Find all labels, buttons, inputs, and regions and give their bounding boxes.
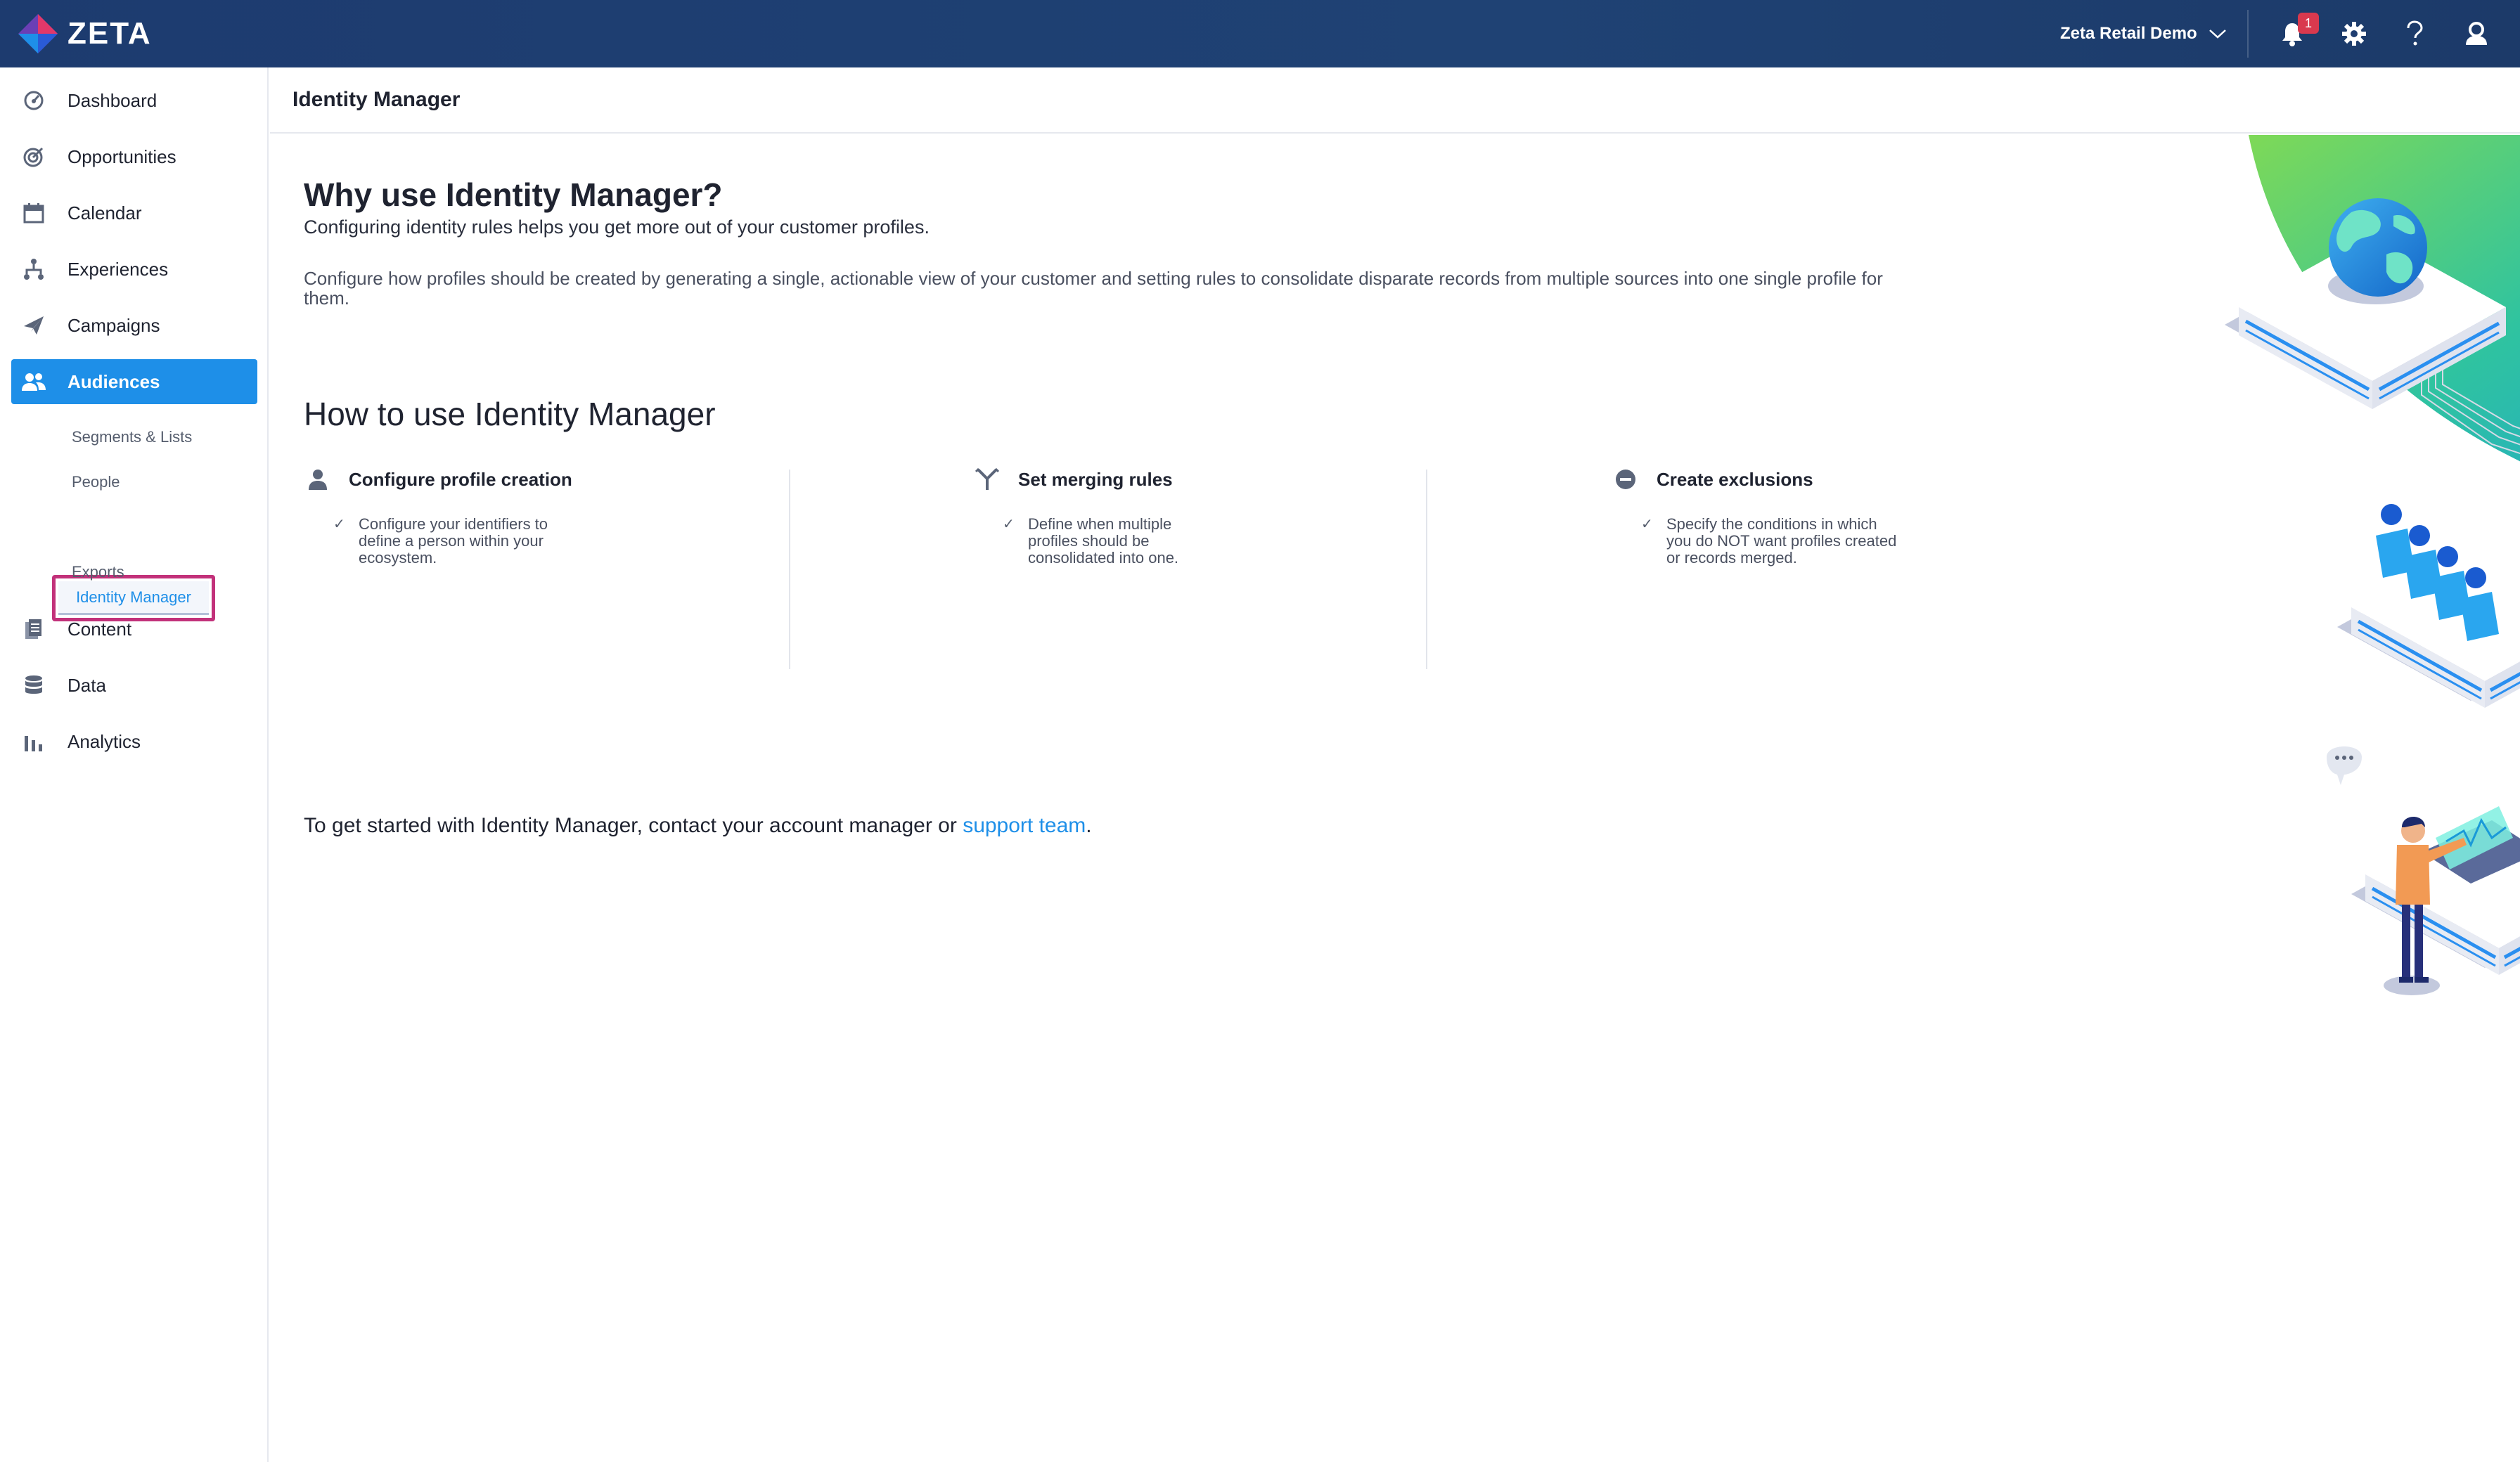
sidebar-item-experiences[interactable]: Experiences	[11, 247, 257, 292]
page-title: Identity Manager	[292, 88, 461, 111]
dashboard-icon	[21, 88, 46, 113]
get-started-prefix: To get started with Identity Manager, co…	[304, 814, 963, 837]
step-text: Configure your identifiers to define a p…	[359, 515, 548, 567]
documents-icon	[21, 616, 46, 642]
column-divider	[789, 470, 790, 669]
sidebar-item-label: Data	[68, 674, 106, 696]
sidebar-subitem-exports[interactable]: Exports	[72, 561, 124, 583]
sidebar-item-label: Audiences	[68, 370, 160, 392]
sidebar-item-label: Experiences	[68, 258, 169, 280]
why-title: Why use Identity Manager?	[304, 176, 723, 213]
step-title: Create exclusions	[1657, 468, 1813, 490]
get-started-text: To get started with Identity Manager, co…	[304, 814, 1092, 838]
zeta-logo[interactable]: ZETA	[15, 11, 152, 56]
calendar-icon	[21, 200, 46, 226]
user-icon	[2466, 22, 2487, 45]
person-icon	[304, 465, 332, 493]
database-icon	[21, 673, 46, 698]
sidebar-item-calendar[interactable]: Calendar	[11, 190, 257, 235]
top-bar: ZETA Zeta Retail Demo 1	[0, 0, 2520, 67]
sidebar-item-dashboard[interactable]: Dashboard	[11, 78, 257, 123]
sidebar: Dashboard Opportunities Calendar Experie…	[0, 67, 269, 1462]
page-header: Identity Manager	[270, 67, 2520, 134]
check-icon: ✓	[1003, 517, 1015, 532]
step-set-merging-rules: Set merging rules ✓ Define when multiple…	[973, 465, 1578, 678]
logo-text: ZETA	[68, 16, 152, 51]
minus-circle-icon	[1612, 465, 1640, 493]
column-divider	[1426, 470, 1427, 669]
sidebar-item-content[interactable]: Content	[11, 607, 257, 652]
step-text: Define when multiple profiles should be …	[1028, 515, 1179, 567]
sidebar-item-label: Calendar	[68, 202, 142, 224]
sidebar-item-label: Opportunities	[68, 145, 176, 167]
account-name: Zeta Retail Demo	[2060, 24, 2197, 43]
sidebar-subitem-people[interactable]: People	[72, 471, 120, 493]
check-icon: ✓	[333, 517, 345, 532]
sidebar-item-opportunities[interactable]: Opportunities	[11, 134, 257, 179]
why-description: Configure how profiles should be created…	[304, 268, 1883, 309]
merge-icon	[973, 465, 1001, 493]
people-icon	[21, 369, 46, 394]
topbar-divider	[2247, 10, 2249, 58]
people-platform	[2337, 504, 2520, 708]
account-switcher[interactable]: Zeta Retail Demo	[2060, 18, 2227, 49]
sidebar-item-label: Dashboard	[68, 89, 158, 111]
get-started-suffix: .	[1086, 814, 1092, 837]
user-menu-button[interactable]	[2460, 17, 2493, 51]
notification-badge: 1	[2298, 13, 2319, 34]
sidebar-item-audiences[interactable]: Audiences	[11, 359, 257, 404]
target-icon	[21, 144, 46, 169]
step-text: Specify the conditions in which you do N…	[1666, 515, 1897, 567]
sidebar-item-campaigns[interactable]: Campaigns	[11, 303, 257, 348]
workstation-platform	[2351, 801, 2520, 975]
identity-illustration	[2225, 135, 2520, 995]
help-icon	[2407, 20, 2423, 46]
main-content: Why use Identity Manager? Configuring id…	[270, 135, 2520, 1462]
help-button[interactable]	[2398, 17, 2431, 51]
settings-button[interactable]	[2337, 17, 2371, 51]
step-create-exclusions: Create exclusions ✓ Specify the conditio…	[1612, 465, 2216, 678]
sidebar-item-label: Analytics	[68, 730, 141, 752]
support-team-link[interactable]: support team	[963, 814, 1086, 837]
step-configure-profile-creation: Configure profile creation ✓ Configure y…	[304, 465, 908, 678]
check-icon: ✓	[1641, 517, 1653, 532]
sidebar-item-data[interactable]: Data	[11, 663, 257, 708]
zeta-logo-icon	[18, 14, 58, 53]
gear-icon	[2342, 22, 2366, 46]
hierarchy-icon	[21, 257, 46, 282]
step-title: Configure profile creation	[349, 468, 572, 490]
step-title: Set merging rules	[1018, 468, 1173, 490]
sidebar-subitem-segments-lists[interactable]: Segments & Lists	[72, 426, 192, 448]
sidebar-item-label: Campaigns	[68, 314, 160, 336]
why-subtitle: Configuring identity rules helps you get…	[304, 216, 930, 238]
sidebar-item-label: Content	[68, 618, 132, 640]
chevron-down-icon	[2209, 30, 2226, 39]
paper-plane-icon	[21, 313, 46, 338]
how-title: How to use Identity Manager	[304, 396, 716, 432]
sidebar-item-analytics[interactable]: Analytics	[11, 719, 257, 764]
bar-chart-icon	[21, 729, 46, 754]
